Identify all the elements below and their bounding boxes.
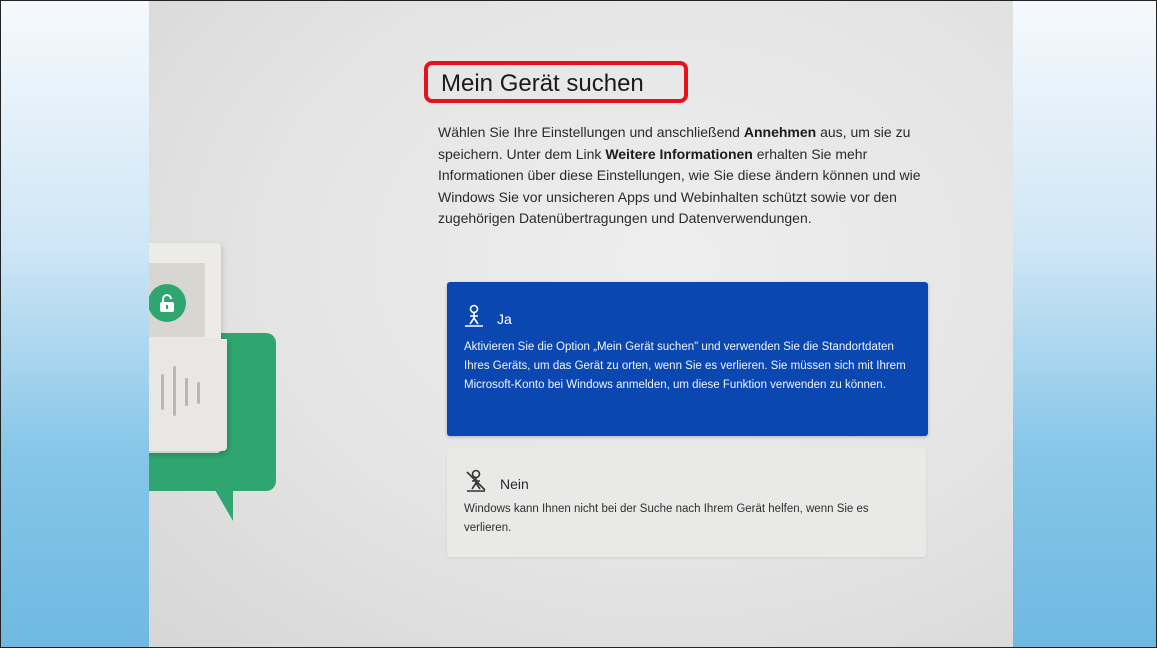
unlock-icon <box>149 284 186 322</box>
illustration-chat-tail <box>211 483 233 521</box>
option-no[interactable]: Nein Windows kann Ihnen nicht bei der Su… <box>447 448 926 557</box>
page-title: Mein Gerät suchen <box>441 70 644 97</box>
slide-background-left <box>1 1 149 647</box>
option-yes-label: Ja <box>497 310 512 327</box>
slide-background-right <box>1013 1 1156 647</box>
learn-more-reference: Weitere Informationen <box>605 145 753 162</box>
option-yes-description: Aktivieren Sie die Option „Mein Gerät su… <box>464 341 906 391</box>
accept-reference: Annehmen <box>743 124 817 140</box>
screen-photo: Mein Gerät suchen Wählen Sie Ihre Einste… <box>149 1 1013 647</box>
option-no-header: Nein <box>464 469 529 498</box>
intro-part-1: Wählen Sie Ihre Einstellungen und anschl… <box>438 124 744 140</box>
option-yes-header: Ja <box>463 304 512 333</box>
option-yes[interactable]: Ja Aktivieren Sie die Option „Mein Gerät… <box>447 282 928 436</box>
option-no-description: Windows kann Ihnen nicht bei der Suche n… <box>464 503 869 534</box>
location-off-icon <box>464 469 488 498</box>
location-person-icon <box>463 304 485 333</box>
intro-text: Wählen Sie Ihre Einstellungen und anschl… <box>438 122 948 230</box>
option-no-label: Nein <box>500 475 529 492</box>
